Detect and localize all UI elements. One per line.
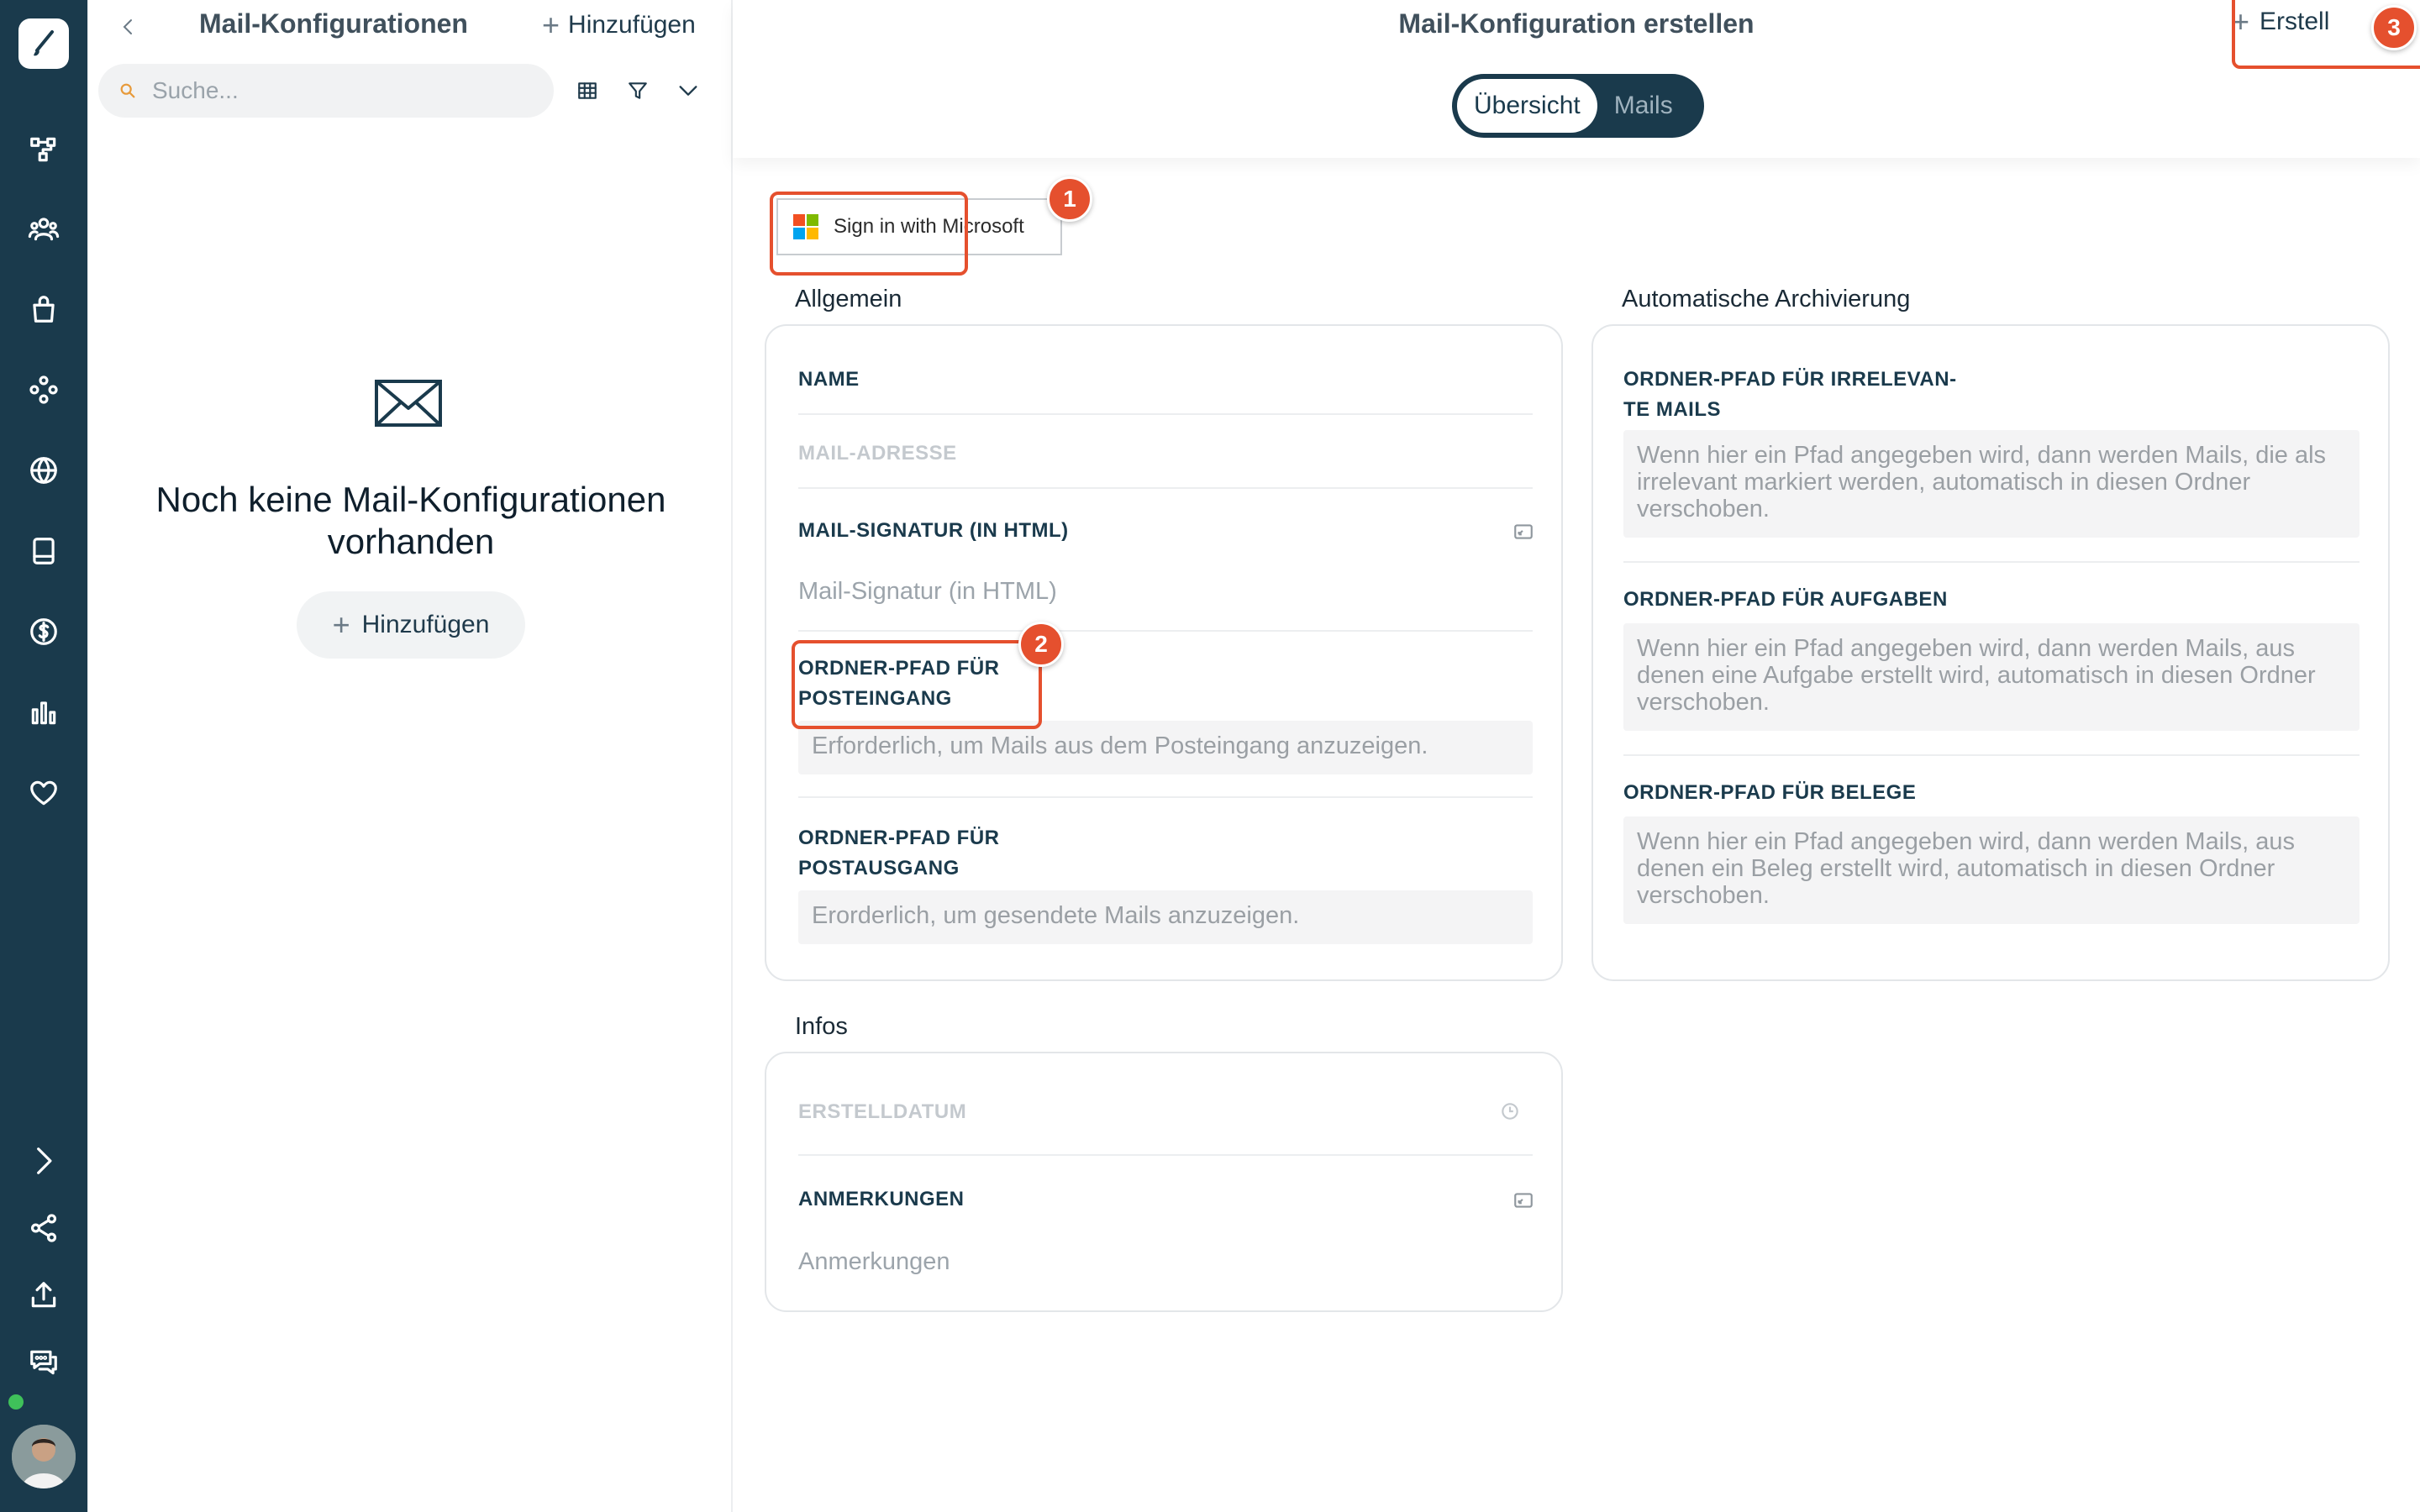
plus-icon: +: [542, 8, 560, 42]
nav-upload-icon[interactable]: [22, 1273, 66, 1317]
empty-state-title: Noch keine Mail-Konfigurationen vorhande…: [155, 480, 666, 561]
signature-label: MAIL-SIGNATUR (IN HTML): [798, 519, 1069, 542]
page-title: Mail-Konfiguration erstellen: [1398, 8, 1754, 39]
divider: [798, 796, 1533, 798]
mail-address-label[interactable]: MAIL-ADRESSE: [798, 438, 957, 469]
outbox-path-input[interactable]: Erorderlich, um gesendete Mails anzuzeig…: [798, 890, 1533, 944]
notes-label: ANMERKUNGEN: [798, 1188, 965, 1210]
nav-users-icon[interactable]: [22, 207, 66, 250]
list-panel: Mail-Konfigurationen + Hinzufügen Noch k…: [87, 0, 733, 1512]
avatar[interactable]: [12, 1425, 76, 1488]
search-input[interactable]: [152, 77, 522, 104]
filter-button[interactable]: [621, 74, 655, 108]
highlight-microsoft: [770, 192, 968, 276]
tasks-path-label: ORDNER-PFAD FÜR AUFGABEN: [1623, 588, 1948, 611]
table-view-button[interactable]: [571, 74, 604, 108]
table-icon: [578, 82, 597, 99]
expand-editor-icon[interactable]: [1512, 1189, 1534, 1211]
nav-chat-icon[interactable]: [22, 1341, 66, 1384]
view-switcher: Übersicht Mails: [1452, 74, 1704, 138]
main-header: Mail-Konfiguration erstellen Übersicht M…: [733, 0, 2420, 158]
filter-icon: [629, 82, 647, 99]
receipts-path-label: ORDNER-PFAD FÜR BELEGE: [1623, 781, 1917, 804]
plus-icon: +: [332, 607, 350, 642]
divider: [798, 487, 1533, 489]
divider: [798, 1154, 1533, 1156]
divider: [1623, 754, 2360, 756]
app-logo[interactable]: [18, 18, 69, 69]
infos-card: ERSTELLDATUM ANMERKUNGEN Anmerkungen: [765, 1052, 1563, 1312]
list-add-label: Hinzufügen: [568, 11, 696, 39]
divider: [1623, 561, 2360, 563]
signature-input[interactable]: Mail-Signatur (in HTML): [798, 578, 1057, 606]
outbox-path-label-line-2: POSTAUSGANG: [798, 857, 960, 879]
empty-add-button[interactable]: + Hinzufügen: [297, 591, 525, 659]
irrelevant-path-label-line-2: TE MAILS: [1623, 398, 1721, 421]
search-bar: [98, 64, 554, 118]
name-label: NAME: [798, 368, 860, 391]
expand-chevron-icon[interactable]: [22, 1139, 66, 1183]
nav-document-icon[interactable]: [22, 529, 66, 573]
section-title-archive: Automatische Archivierung: [1622, 286, 1911, 312]
divider: [798, 413, 1533, 415]
search-icon: [120, 83, 135, 98]
step-badge-3: 3: [2371, 5, 2417, 50]
step-badge-2: 2: [1018, 622, 1064, 667]
list-title: Mail-Konfigurationen: [199, 8, 468, 39]
created-date-label: ERSTELLDATUM: [798, 1100, 967, 1123]
tab-overview[interactable]: Übersicht: [1457, 79, 1597, 133]
irrelevant-path-label: ORDNER-PFAD FÜR IRRELEVAN- TE MAILS: [1623, 365, 1957, 425]
more-options-button[interactable]: [671, 74, 705, 108]
nav-heart-icon[interactable]: [22, 771, 66, 815]
outbox-path-label-line-1: ORDNER-PFAD FÜR: [798, 827, 1000, 849]
notes-input[interactable]: Anmerkungen: [798, 1248, 950, 1276]
nav-workflow-icon[interactable]: [22, 128, 66, 171]
nav-globe-icon[interactable]: [22, 449, 66, 492]
user-avatar-icon: [12, 1425, 76, 1488]
nav-chart-icon[interactable]: [22, 690, 66, 734]
main-content: Mail-Konfiguration erstellen Übersicht M…: [733, 0, 2420, 1512]
tab-mails[interactable]: Mails: [1597, 92, 1690, 120]
app-sidebar: [0, 0, 87, 1512]
back-button[interactable]: [112, 10, 145, 44]
brush-logo-icon: [34, 30, 54, 56]
expand-editor-icon[interactable]: [1512, 521, 1534, 543]
nav-share-icon[interactable]: [22, 1206, 66, 1250]
divider: [798, 630, 1533, 632]
receipts-path-input[interactable]: Wenn hier ein Pfad angegeben wird, dann …: [1623, 816, 2360, 924]
tasks-path-input[interactable]: Wenn hier ein Pfad angegeben wird, dann …: [1623, 623, 2360, 731]
nav-shopping-bag-icon[interactable]: [22, 287, 66, 331]
section-title-infos: Infos: [795, 1013, 848, 1040]
archive-card: ORDNER-PFAD FÜR IRRELEVAN- TE MAILS Wenn…: [1591, 324, 2390, 981]
clock-icon: [1499, 1100, 1521, 1122]
envelope-icon: [375, 380, 442, 427]
chevron-down-icon: [679, 86, 697, 96]
empty-add-label: Hinzufügen: [361, 611, 490, 638]
nav-nodes-icon[interactable]: [22, 368, 66, 412]
section-title-general: Allgemein: [795, 286, 902, 312]
irrelevant-path-input[interactable]: Wenn hier ein Pfad angegeben wird, dann …: [1623, 430, 2360, 538]
outbox-path-label: ORDNER-PFAD FÜR POSTAUSGANG: [798, 823, 1000, 884]
list-add-button[interactable]: + Hinzufügen: [542, 10, 696, 40]
chevron-left-icon: [123, 19, 132, 34]
step-badge-1: 1: [1047, 176, 1092, 222]
irrelevant-path-label-line-1: ORDNER-PFAD FÜR IRRELEVAN-: [1623, 368, 1957, 391]
highlight-inbox-path: [792, 640, 1042, 729]
online-status-indicator: [8, 1394, 24, 1410]
nav-dollar-icon[interactable]: [22, 610, 66, 654]
